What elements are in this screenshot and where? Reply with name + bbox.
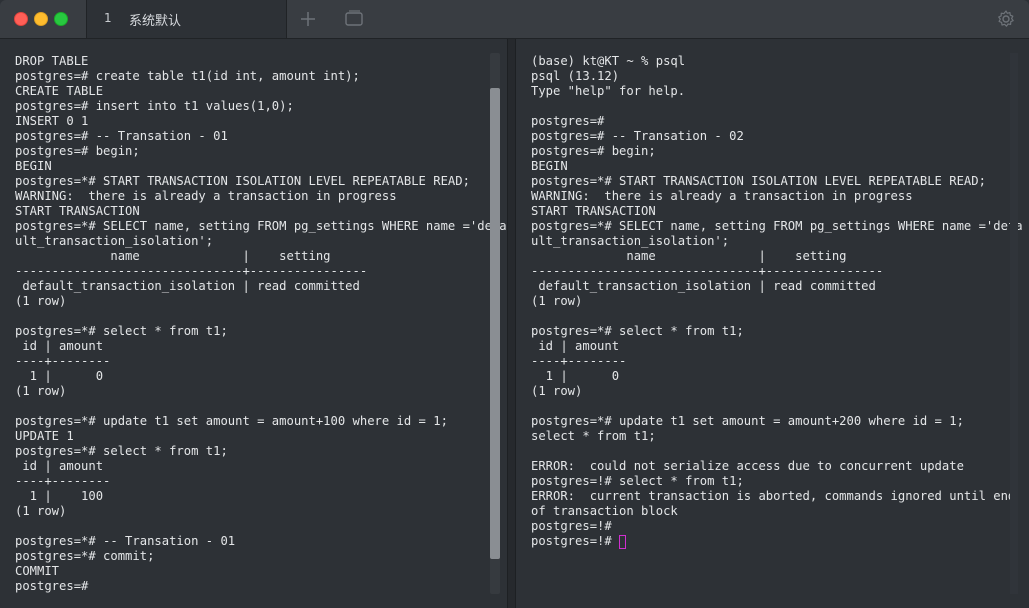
tab-1[interactable]: 1 系统默认 <box>86 0 287 38</box>
terminal-line: COMMIT <box>15 564 60 578</box>
terminal-line: default_transaction_isolation | read com… <box>531 279 876 293</box>
terminal-line: -------------------------------+--------… <box>531 264 884 278</box>
terminal-line: postgres=# <box>15 579 89 593</box>
terminal-line: id | amount <box>15 459 104 473</box>
terminal-line: postgres=*# select * from t1; <box>531 324 744 338</box>
terminal-line: id | amount <box>15 339 104 353</box>
plus-icon[interactable] <box>297 8 319 30</box>
terminal-line: (base) kt@KT ~ % psql <box>531 54 686 68</box>
terminal-line: of transaction block <box>531 504 678 518</box>
terminal-line: (1 row) <box>15 384 67 398</box>
terminal-line: ----+-------- <box>15 354 111 368</box>
terminal-line: postgres=# begin; <box>531 144 656 158</box>
right-terminal-pane[interactable]: (base) kt@KT ~ % psql psql (13.12) Type … <box>516 39 1029 608</box>
terminal-line: postgres=# insert into t1 values(1,0); <box>15 99 294 113</box>
tab-overview-icon[interactable] <box>343 9 365 29</box>
terminal-line: postgres=*# select * from t1; <box>15 324 228 338</box>
terminal-line: BEGIN <box>531 159 568 173</box>
minimize-button[interactable] <box>34 12 48 26</box>
terminal-line: 1 | 0 <box>531 369 620 383</box>
terminal-line: postgres=*# commit; <box>15 549 155 563</box>
terminal-line: WARNING: there is already a transaction … <box>531 189 913 203</box>
terminal-line: CREATE TABLE <box>15 84 104 98</box>
terminal-line: (1 row) <box>15 294 67 308</box>
terminal-line: ERROR: current transaction is aborted, c… <box>531 489 1016 503</box>
terminal-line: INSERT 0 1 <box>15 114 89 128</box>
close-button[interactable] <box>14 12 28 26</box>
terminal-line: ult_transaction_isolation'; <box>531 234 730 248</box>
terminal-line: 1 | 100 <box>15 489 104 503</box>
terminal-line: postgres=!# <box>531 534 620 548</box>
scrollbar-track[interactable] <box>490 53 500 594</box>
terminal-line: UPDATE 1 <box>15 429 74 443</box>
terminal-line: ----+-------- <box>531 354 627 368</box>
terminal-line: id | amount <box>531 339 620 353</box>
tab-number: 1 <box>104 11 112 25</box>
terminal-line: postgres=*# -- Transation - 01 <box>15 534 236 548</box>
scrollbar-track[interactable] <box>1010 53 1018 594</box>
terminal-line: WARNING: there is already a transaction … <box>15 189 397 203</box>
scrollbar-thumb[interactable] <box>490 88 500 559</box>
terminal-output: DROP TABLE postgres=# create table t1(id… <box>15 54 507 594</box>
terminal-line: default_transaction_isolation | read com… <box>15 279 360 293</box>
terminal-line: (1 row) <box>15 504 67 518</box>
terminal-line: postgres=*# SELECT name, setting FROM pg… <box>15 219 507 233</box>
terminal-line: DROP TABLE <box>15 54 89 68</box>
terminal-output: (base) kt@KT ~ % psql psql (13.12) Type … <box>531 54 1023 549</box>
terminal-line: ----+-------- <box>15 474 111 488</box>
terminal-line: name | setting <box>15 249 331 263</box>
terminal-window: 1 系统默认 DROP TABLE postgres=# create tabl… <box>0 0 1029 608</box>
text-cursor <box>619 535 627 549</box>
terminal-line: -------------------------------+--------… <box>15 264 368 278</box>
terminal-line: postgres=# -- Transation - 01 <box>15 129 228 143</box>
zoom-button[interactable] <box>54 12 68 26</box>
terminal-line: postgres=# begin; <box>15 144 140 158</box>
terminal-line: ult_transaction_isolation'; <box>15 234 214 248</box>
terminal-line: postgres=!# select * from t1; <box>531 474 744 488</box>
terminal-line: name | setting <box>531 249 847 263</box>
terminal-line: (1 row) <box>531 294 583 308</box>
terminal-line: Type "help" for help. <box>531 84 686 98</box>
terminal-line: postgres=*# SELECT name, setting FROM pg… <box>531 219 1023 233</box>
left-terminal-pane[interactable]: DROP TABLE postgres=# create table t1(id… <box>0 39 507 608</box>
title-bar: 1 系统默认 <box>0 0 1029 39</box>
terminal-line: postgres=# <box>531 114 605 128</box>
terminal-line: postgres=*# START TRANSACTION ISOLATION … <box>531 174 986 188</box>
terminal-line: postgres=*# update t1 set amount = amoun… <box>531 414 964 428</box>
terminal-line: START TRANSACTION <box>531 204 656 218</box>
terminal-line: postgres=*# START TRANSACTION ISOLATION … <box>15 174 470 188</box>
pane-divider[interactable] <box>507 39 516 608</box>
terminal-line: psql (13.12) <box>531 69 620 83</box>
terminal-line: 1 | 0 <box>15 369 104 383</box>
tab-title: 系统默认 <box>129 14 182 29</box>
terminal-line: postgres=!# <box>531 519 612 533</box>
terminal-line: postgres=*# select * from t1; <box>15 444 228 458</box>
gear-icon[interactable] <box>996 9 1016 29</box>
terminal-line: postgres=# create table t1(id int, amoun… <box>15 69 360 83</box>
terminal-line: START TRANSACTION <box>15 204 140 218</box>
terminal-line: ERROR: could not serialize access due to… <box>531 459 964 473</box>
terminal-line: postgres=# -- Transation - 02 <box>531 129 744 143</box>
terminal-line: (1 row) <box>531 384 583 398</box>
terminal-line: select * from t1; <box>531 429 656 443</box>
terminal-line: postgres=*# update t1 set amount = amoun… <box>15 414 448 428</box>
terminal-line: BEGIN <box>15 159 52 173</box>
